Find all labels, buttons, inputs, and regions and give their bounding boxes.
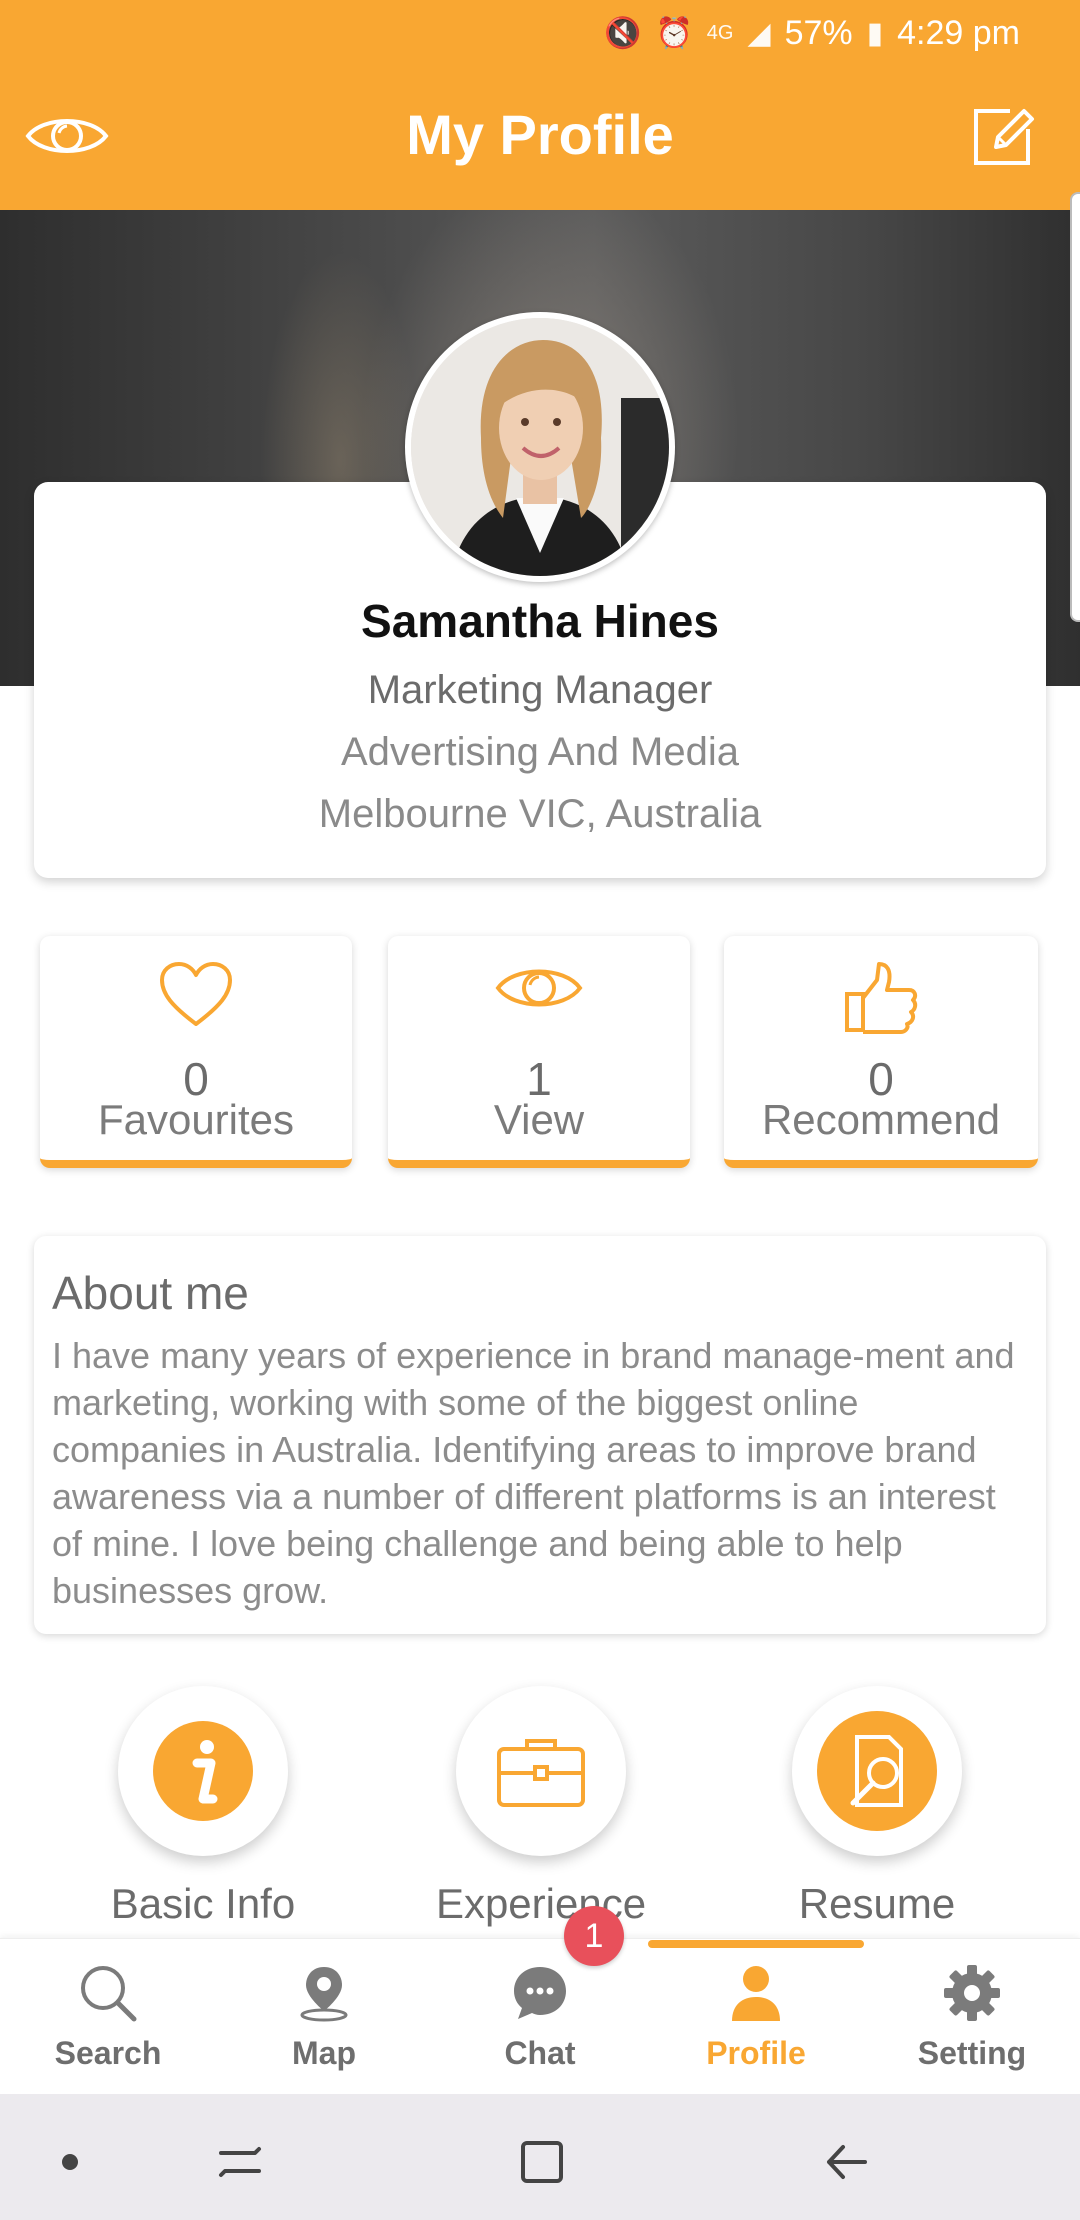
stat-label: Recommend — [761, 1096, 1001, 1143]
network-label: 4G — [706, 21, 734, 44]
info-icon — [153, 1721, 253, 1821]
nav-label: Chat — [504, 2035, 576, 2071]
nav-label: Map — [292, 2035, 356, 2071]
nav-item-chat[interactable]: Chat — [432, 1963, 648, 2083]
profile-job-title: Marketing Manager — [367, 668, 713, 712]
edit-profile-button[interactable] — [958, 96, 1048, 176]
recent-apps-button[interactable] — [210, 2132, 270, 2192]
active-tab-indicator — [648, 1940, 864, 1948]
profile-location: Melbourne VIC, Australia — [318, 792, 762, 836]
chat-icon — [514, 1967, 566, 2019]
edit-icon — [974, 109, 1034, 165]
chat-badge: 1 — [564, 1906, 624, 1966]
experience-button[interactable] — [456, 1686, 626, 1856]
avatar[interactable] — [405, 312, 675, 582]
nav-label: Search — [54, 2035, 162, 2071]
clock: 4:29 pm — [897, 13, 1020, 52]
person-portrait — [411, 318, 669, 576]
bottom-nav: Search Map Chat Profile Setting — [0, 1938, 1080, 2094]
signal-icon: ◢ — [747, 16, 771, 50]
back-button[interactable] — [816, 2132, 876, 2192]
basic-info-label: Basic Info — [110, 1880, 296, 1927]
stat-views[interactable]: 1 View — [388, 936, 690, 1168]
stat-label: Favourites — [97, 1096, 295, 1143]
briefcase-icon — [497, 1739, 585, 1807]
dot-icon — [62, 2154, 78, 2170]
resume-search-icon — [817, 1711, 937, 1831]
mute-icon: 🔇 — [604, 16, 642, 50]
battery-percent: 57% — [784, 13, 853, 52]
page-title: My Profile — [406, 103, 674, 166]
about-text: I have many years of experience in brand… — [52, 1335, 1015, 1611]
alarm-icon: ⏰ — [655, 16, 693, 50]
heart-icon — [160, 962, 232, 1026]
home-button[interactable] — [512, 2132, 572, 2192]
experience-label: Experience — [435, 1880, 647, 1927]
battery-icon: ▮ — [866, 16, 884, 50]
nav-item-search[interactable]: Search — [0, 1963, 216, 2083]
profile-industry: Advertising And Media — [340, 730, 739, 774]
status-bar: 🔇 ⏰ 4G ◢ 57% ▮ 4:29 pm — [0, 0, 1080, 66]
basic-info-button[interactable] — [118, 1686, 288, 1856]
profile-name: Samantha Hines — [361, 595, 719, 647]
avatar-photo — [411, 318, 669, 576]
app-bar: My Profile — [0, 66, 1080, 210]
gear-icon — [944, 1965, 1000, 2021]
nav-label: Profile — [706, 2035, 806, 2071]
stat-favourites[interactable]: 0 Favourites — [40, 936, 352, 1168]
nav-item-profile[interactable]: Profile — [648, 1963, 864, 2083]
map-pin-icon — [300, 1967, 348, 2022]
nav-item-map[interactable]: Map — [216, 1963, 432, 2083]
home-icon — [521, 2141, 563, 2183]
back-icon — [827, 2145, 867, 2179]
side-scroll-handle[interactable] — [1070, 192, 1080, 622]
system-dot-button[interactable] — [40, 2132, 100, 2192]
search-icon — [81, 1966, 137, 2022]
system-nav-bar — [0, 2094, 1080, 2220]
nav-label: Setting — [917, 2035, 1027, 2071]
about-card: About me I have many years of experience… — [34, 1236, 1046, 1634]
eye-icon — [495, 969, 583, 1007]
stat-recommend[interactable]: 0 Recommend — [724, 936, 1038, 1168]
recent-apps-icon — [219, 2147, 261, 2177]
stat-label: View — [493, 1096, 585, 1143]
profile-icon — [732, 1966, 780, 2021]
about-heading: About me — [52, 1267, 249, 1319]
thumbs-up-icon — [845, 962, 918, 1034]
resume-button[interactable] — [792, 1686, 962, 1856]
resume-label: Resume — [798, 1880, 956, 1927]
nav-item-setting[interactable]: Setting — [864, 1963, 1080, 2083]
